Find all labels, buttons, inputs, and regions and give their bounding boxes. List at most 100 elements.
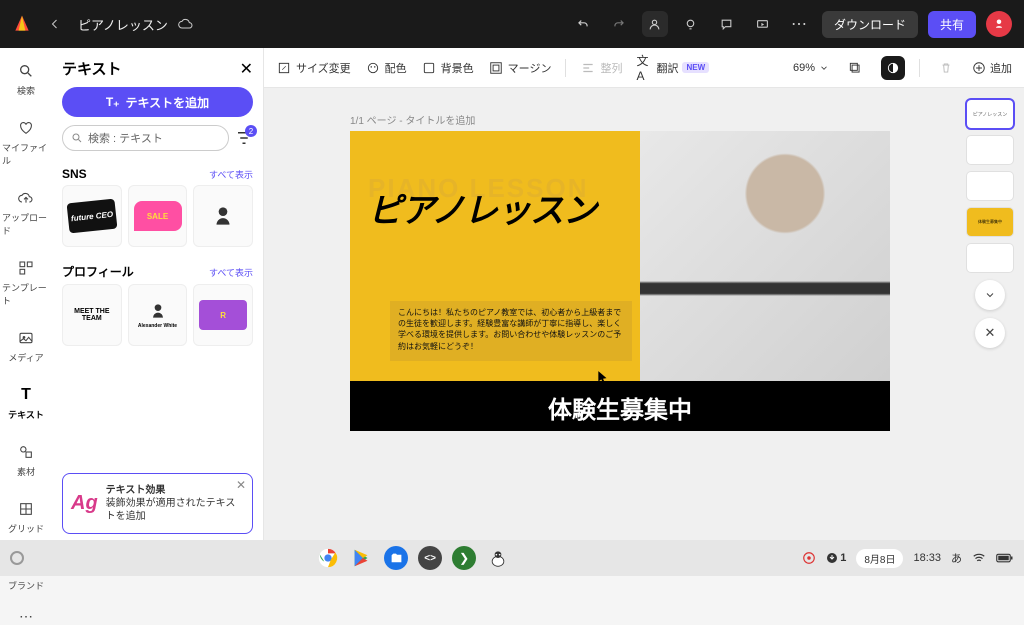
back-button[interactable] [42, 11, 68, 37]
tb-resize[interactable]: サイズ変更 [276, 60, 351, 76]
undo-button[interactable] [570, 11, 596, 37]
lightbulb-icon[interactable] [678, 11, 704, 37]
sns-thumb-3[interactable] [193, 185, 253, 247]
layers-button[interactable] [843, 56, 867, 80]
taskbar-date[interactable]: 8月8日 [856, 549, 903, 568]
taskbar-time[interactable]: 18:33 [913, 552, 941, 564]
nav-rail: 検索 マイファイル アップロード テンプレート メディア Tテキスト 素材 グリ… [0, 48, 52, 540]
rail-text[interactable]: Tテキスト [2, 380, 50, 425]
cursor-icon [596, 368, 610, 386]
text-panel: テキスト ✕ T₊ テキストを追加 検索 : テキスト 2 SNSすべて表示 f… [52, 48, 264, 540]
app-chrome-icon[interactable] [316, 546, 340, 570]
cloud-icon [178, 16, 194, 32]
panel-search-input[interactable]: 検索 : テキスト [62, 125, 229, 151]
design-canvas[interactable]: PIANO LESSON ピアノレッスン こんにちは！私たちのピアノ教室では、初… [350, 131, 890, 431]
sns-thumb-1[interactable]: future CEO [62, 185, 122, 247]
app-linux-icon[interactable] [486, 546, 510, 570]
page-thumb-3[interactable] [967, 172, 1013, 200]
text-effect-card[interactable]: ✕ Ag テキスト効果装飾効果が適用されたテキストを追加 [62, 473, 253, 534]
contrast-button[interactable] [881, 56, 905, 80]
filter-button[interactable]: 2 [235, 129, 253, 147]
upload-icon [15, 187, 37, 209]
add-text-button[interactable]: T₊ テキストを追加 [62, 87, 253, 117]
user-icon-button[interactable] [642, 11, 668, 37]
document-title[interactable]: ピアノレッスン [78, 15, 168, 34]
redo-button[interactable] [606, 11, 632, 37]
rail-template[interactable]: テンプレート [2, 253, 50, 311]
plus-circle-icon [972, 61, 986, 75]
more-icon[interactable]: ⋯ [786, 11, 812, 37]
canvas-body-text: こんにちは！私たちのピアノ教室では、初心者から上級者までの生徒を歓迎します。経験… [398, 307, 623, 352]
page-thumb-5[interactable] [967, 244, 1013, 272]
app-play-icon[interactable] [350, 546, 374, 570]
app-logo-icon [12, 14, 32, 34]
rail-myfile[interactable]: マイファイル [2, 113, 50, 171]
share-button[interactable]: 共有 [928, 11, 976, 38]
page-thumb-1[interactable]: ピアノレッスン [967, 100, 1013, 128]
ime-indicator[interactable]: あ [951, 550, 962, 566]
rail-upload[interactable]: アップロード [2, 183, 50, 241]
pages-more-button[interactable] [975, 280, 1005, 310]
canvas-jp-title: ピアノレッスン [368, 183, 596, 232]
shapes-icon [15, 441, 37, 463]
present-icon[interactable] [750, 11, 776, 37]
profile-thumb-3[interactable]: R [193, 284, 253, 346]
chevron-down-icon [819, 63, 829, 73]
rail-media[interactable]: メディア [2, 323, 50, 368]
bgcolor-icon [421, 60, 437, 76]
text-icon: T [15, 384, 37, 406]
battery-icon[interactable] [996, 552, 1014, 564]
wifi-icon[interactable] [972, 551, 986, 565]
more-rail-icon[interactable]: ⋯ [19, 608, 33, 625]
canvas-toolbar: サイズ変更 配色 背景色 マージン 整列 文A翻訳NEW 69% 追加 [264, 48, 1024, 88]
delete-button[interactable] [934, 56, 958, 80]
section-sns-seeall[interactable]: すべて表示 [209, 168, 253, 181]
rail-search[interactable]: 検索 [2, 56, 50, 101]
profile-thumbnails: MEET THETEAM Alexander White R [62, 284, 253, 346]
comment-icon[interactable] [714, 11, 740, 37]
sns-thumbnails: future CEO SALE [62, 185, 253, 247]
canvas-area: サイズ変更 配色 背景色 マージン 整列 文A翻訳NEW 69% 追加 1/1 … [264, 48, 1024, 540]
download-button[interactable]: ダウンロード [822, 11, 918, 38]
align-icon [580, 60, 596, 76]
chevron-down-icon [984, 289, 996, 301]
effect-sample-icon: Ag [71, 492, 98, 515]
resize-icon [276, 60, 292, 76]
panel-close-icon[interactable]: ✕ [240, 59, 253, 79]
tb-palette[interactable]: 配色 [365, 60, 407, 76]
app-topbar: ピアノレッスン ⋯ ダウンロード 共有 [0, 0, 1024, 48]
app-files-icon[interactable] [384, 546, 408, 570]
os-taskbar: <> ❯ 1 8月8日 18:33 あ [0, 540, 1024, 576]
profile-thumb-1[interactable]: MEET THETEAM [62, 284, 122, 346]
template-icon [15, 257, 37, 279]
tb-translate[interactable]: 文A翻訳NEW [636, 60, 709, 76]
launcher-icon[interactable] [10, 551, 24, 565]
pages-close-button[interactable]: ✕ [975, 318, 1005, 348]
page-label[interactable]: 1/1 ページ - タイトルを追加 [350, 112, 890, 127]
panel-title: テキスト [62, 58, 122, 79]
add-page-button[interactable]: 追加 [972, 60, 1012, 76]
add-text-icon: T₊ [106, 95, 120, 109]
user-avatar[interactable] [986, 11, 1012, 37]
tb-align[interactable]: 整列 [580, 60, 622, 76]
notification-badge[interactable]: 1 [826, 552, 846, 564]
record-icon[interactable] [802, 551, 816, 565]
page-thumb-4[interactable]: 体験生募集中 [967, 208, 1013, 236]
zoom-picker[interactable]: 69% [793, 62, 829, 74]
tb-margin[interactable]: マージン [488, 60, 552, 76]
section-profile-seeall[interactable]: すべて表示 [209, 266, 253, 279]
margin-icon [488, 60, 504, 76]
app-code-icon[interactable]: <> [418, 546, 442, 570]
effect-close-icon[interactable]: ✕ [236, 478, 246, 492]
section-profile-title: プロフィール [62, 263, 134, 280]
page-thumb-2[interactable] [967, 136, 1013, 164]
rail-grid[interactable]: グリッド [2, 494, 50, 539]
tb-bgcolor[interactable]: 背景色 [421, 60, 474, 76]
rail-element[interactable]: 素材 [2, 437, 50, 482]
app-terminal-icon[interactable]: ❯ [452, 546, 476, 570]
heart-icon [15, 117, 37, 139]
sns-thumb-2[interactable]: SALE [128, 185, 188, 247]
canvas-recruit-text: 体験生募集中 [350, 390, 890, 425]
profile-thumb-2[interactable]: Alexander White [128, 284, 188, 346]
search-icon [15, 60, 37, 82]
